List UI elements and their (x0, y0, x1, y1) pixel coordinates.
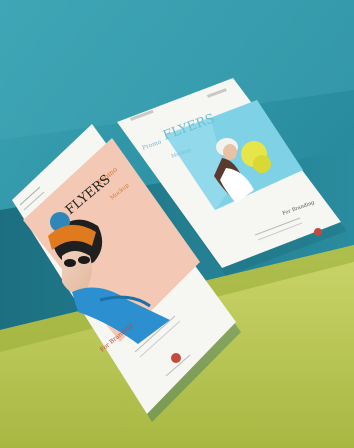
scene-illustration: Promo FLYERS Mockup For Branding Promo F… (0, 0, 354, 448)
mockup-scene: Promo FLYERS Mockup For Branding Promo F… (0, 0, 354, 448)
flyer-back-logo (314, 228, 322, 236)
flyer-front-logo (171, 353, 181, 363)
